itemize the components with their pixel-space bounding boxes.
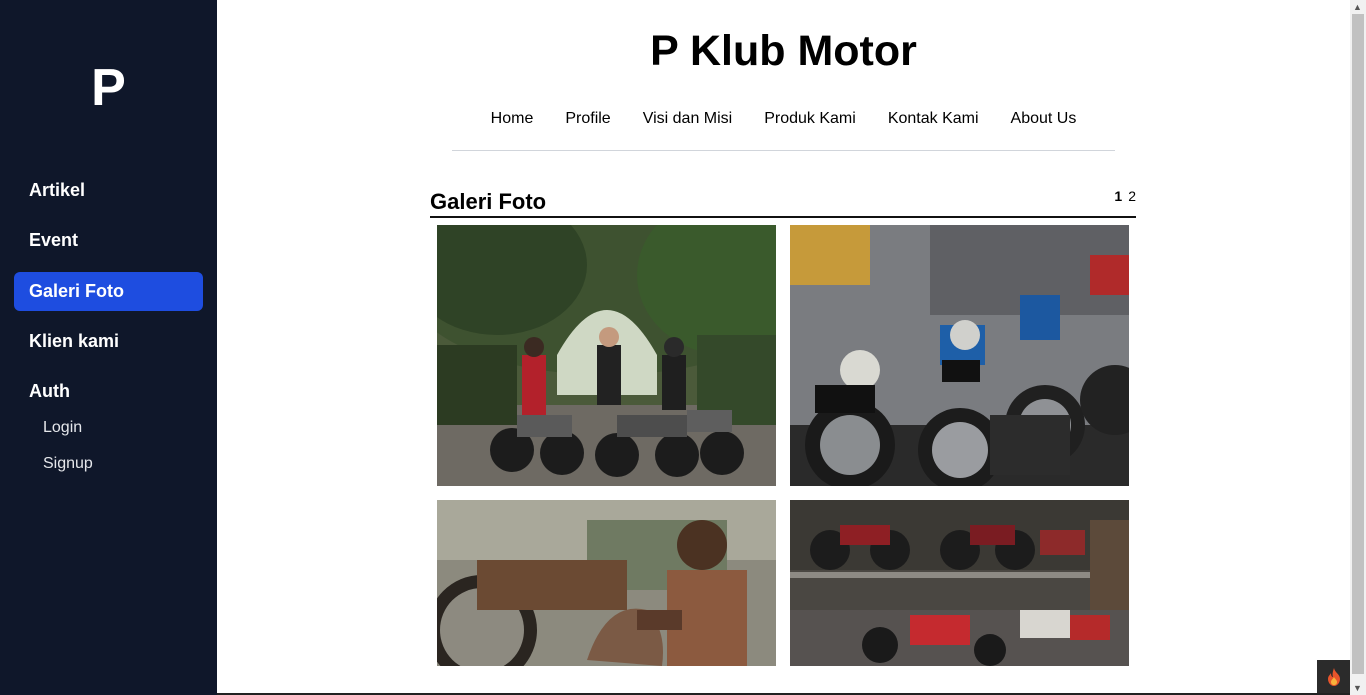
nav-visi-dan-misi[interactable]: Visi dan Misi [643, 108, 733, 130]
gallery-photo-showroom[interactable] [790, 500, 1129, 666]
sidebar-subitem-login[interactable]: Login [43, 419, 82, 437]
photo-craftsman-image [437, 500, 776, 666]
page-link-2[interactable]: 2 [1128, 188, 1136, 204]
photo-riders-image [437, 225, 776, 486]
nav-about-us[interactable]: About Us [1011, 108, 1077, 130]
main-content: P Klub Motor Home Profile Visi dan Misi Pro… [217, 0, 1350, 695]
gallery-title: Galeri Foto [430, 189, 547, 214]
pagination: 12 [1108, 188, 1136, 204]
gallery-photo-craftsman[interactable] [437, 500, 776, 666]
gallery-photo-riders[interactable] [437, 225, 776, 486]
nav-kontak-kami[interactable]: Kontak Kami [888, 108, 979, 130]
nav-profile[interactable]: Profile [565, 108, 610, 130]
scrollbar[interactable]: ▲ ▼ [1350, 0, 1366, 695]
photo-showroom-image [790, 500, 1129, 666]
sidebar-item-galeri-foto[interactable]: Galeri Foto [14, 272, 203, 311]
scrollbar-thumb[interactable] [1352, 14, 1364, 674]
logo[interactable]: P [0, 58, 217, 118]
flame-icon [1327, 667, 1340, 686]
sidebar-item-klien-kami[interactable]: Klien kami [14, 322, 203, 361]
gallery-header: Galeri Foto 12 [430, 186, 1136, 218]
nav-produk-kami[interactable]: Produk Kami [764, 108, 856, 130]
debug-toolbar-button[interactable] [1317, 660, 1350, 693]
scroll-up-arrow-icon[interactable]: ▲ [1353, 2, 1362, 12]
page-link-1[interactable]: 1 [1114, 188, 1122, 204]
sidebar-item-artikel[interactable]: Artikel [14, 171, 203, 210]
photo-collection-image [790, 225, 1129, 486]
top-nav: Home Profile Visi dan Misi Produk Kami Konta… [452, 108, 1115, 151]
sidebar-item-event[interactable]: Event [14, 221, 203, 260]
page-title: P Klub Motor [650, 27, 917, 75]
sidebar: P Artikel Event Galeri Foto Klien kami A… [0, 0, 217, 695]
sidebar-subitem-signup[interactable]: Signup [43, 455, 93, 473]
gallery-photo-collection[interactable] [790, 225, 1129, 486]
sidebar-item-auth[interactable]: Auth [14, 372, 203, 411]
nav-home[interactable]: Home [491, 108, 534, 130]
scroll-down-arrow-icon[interactable]: ▼ [1353, 683, 1362, 693]
